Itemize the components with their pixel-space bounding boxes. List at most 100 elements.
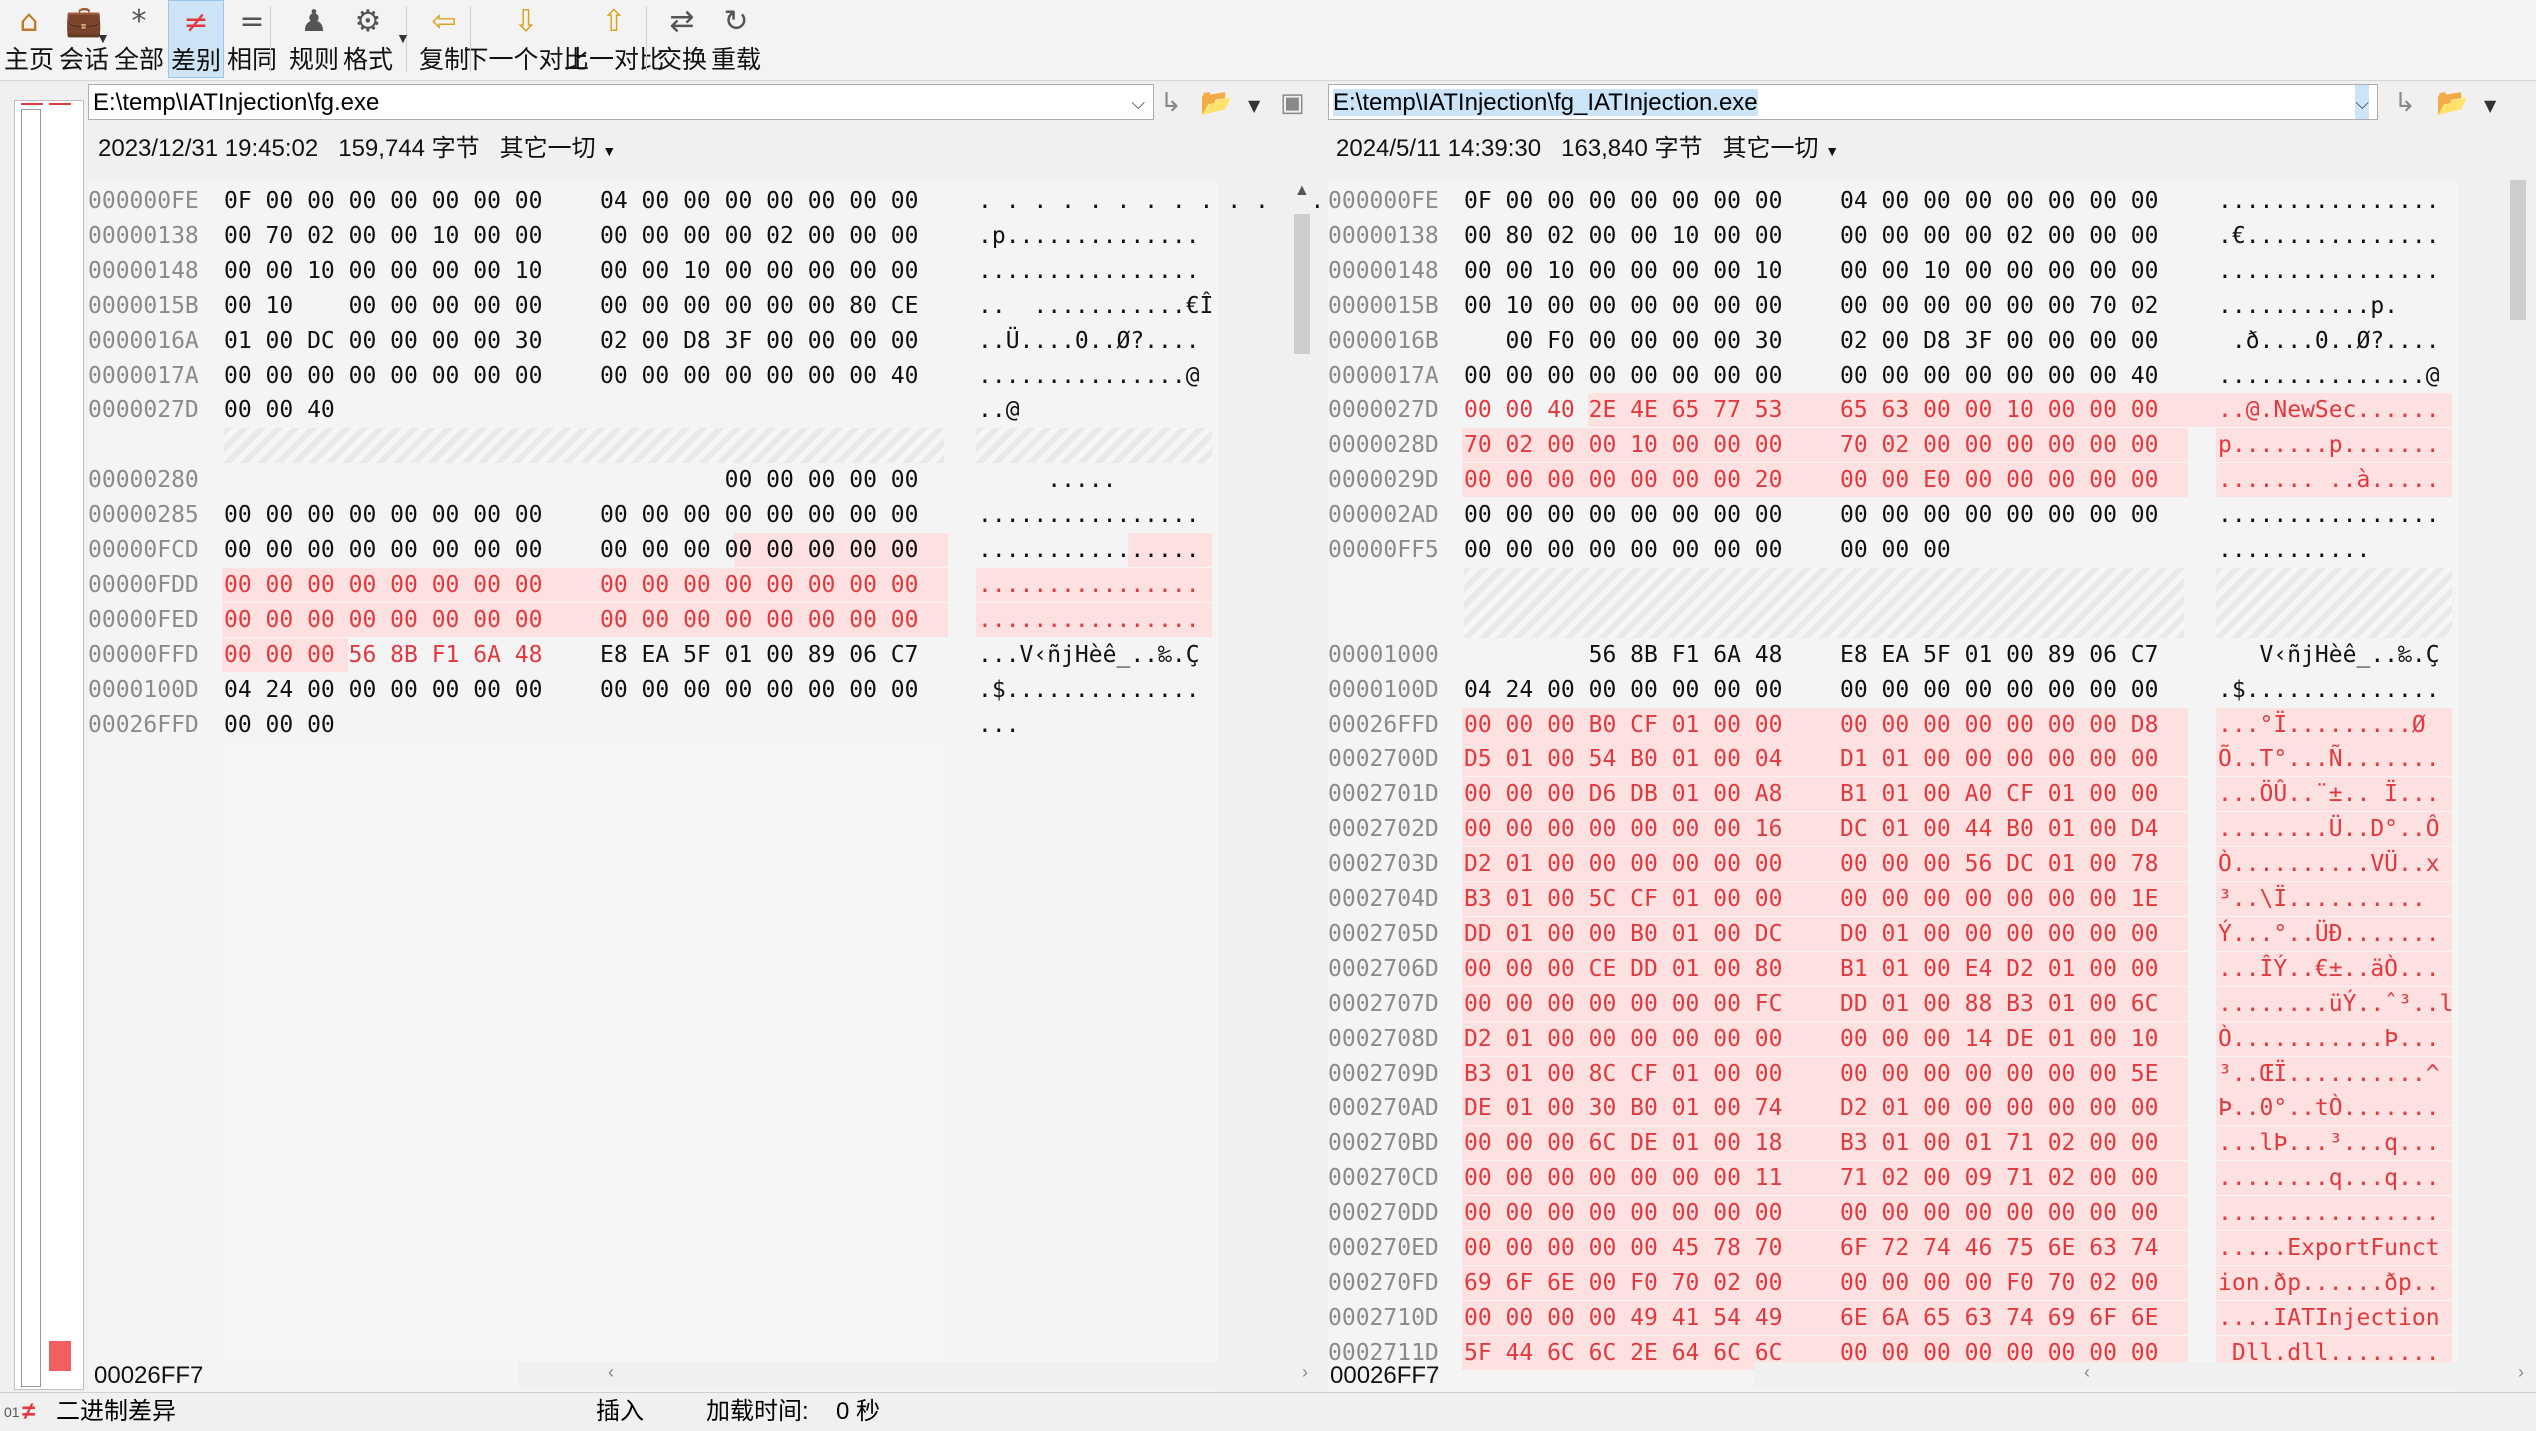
row-bytes-second-half[interactable]: 00 00 00 00 02 00 00 00 [600,219,919,253]
row-bytes-second-half[interactable]: E8 EA 5F 01 00 89 06 C7 [1840,638,2159,672]
row-bytes-first-half[interactable]: 00 00 00 00 00 00 00 11 [1464,1161,1783,1195]
folder-open-icon[interactable]: 📂 [2436,88,2468,118]
toolbar-button-6[interactable]: ⚙ 格式 [338,0,398,78]
row-bytes-second-half[interactable]: 00 00 00 00 00 00 80 CE [600,289,919,323]
right-vertical-scrollbar[interactable] [2504,180,2532,1422]
row-bytes-first-half[interactable]: 00 00 00 00 49 41 54 49 [1464,1301,1783,1335]
scroll-right-icon[interactable]: › [1302,1362,1308,1383]
row-ascii[interactable]: ...ÖÛ..¨±.. Ï... [2218,777,2440,811]
row-ascii[interactable]: ..@ [978,393,1020,427]
row-bytes-first-half[interactable]: D2 01 00 00 00 00 00 00 [1464,1022,1783,1056]
hex-row[interactable]: 000270AD DE 01 00 30 B0 01 00 74 D2 01 00 … [1328,1091,2458,1126]
row-bytes-second-half[interactable]: E8 EA 5F 01 00 89 06 C7 [600,638,919,672]
left-path-field[interactable]: E:\temp\IATInjection\fg.exe ⌵ [88,84,1154,120]
hex-row[interactable]: 000270ED 00 00 00 00 00 45 78 70 6F 72 74 … [1328,1231,2458,1265]
folder-open-icon[interactable]: 📂 [1200,88,1232,118]
row-bytes-first-half[interactable]: 00 00 00 00 00 00 00 00 [224,533,543,567]
row-bytes-second-half[interactable]: 70 02 00 00 00 00 00 00 [1840,428,2159,462]
row-bytes-second-half[interactable]: 00 00 00 00 00 00 00 00 [1840,498,2159,532]
row-bytes-first-half[interactable]: 00 00 00 00 00 00 00 00 [1464,1196,1783,1230]
row-bytes-first-half[interactable]: 00 F0 00 00 00 00 30 [1464,324,1783,358]
row-bytes-second-half[interactable]: 00 00 00 00 00 00 00 D8 [1840,708,2159,742]
row-bytes-second-half[interactable]: 04 00 00 00 00 00 00 00 [600,184,919,218]
diff-overview-map[interactable] [14,100,84,1390]
row-bytes-second-half[interactable]: 00 00 00 00 00 00 00 00 [600,568,919,602]
row-ascii[interactable]: ...ÎÝ..€±..äÒ... [2218,952,2440,986]
format-dropdown-icon[interactable]: ▼ [396,30,410,46]
row-bytes-first-half[interactable]: 00 00 00 00 00 00 00 00 [1464,533,1783,567]
row-ascii[interactable]: ..Ü....0..Ø?.... [978,324,1200,358]
hex-row[interactable]: 0002701D 00 00 00 D6 DB 01 00 A8 B1 01 00 … [1328,777,2458,812]
hex-row[interactable]: 0000027D 00 00 40 2E 4E 65 77 53 65 63 00 … [1328,393,2458,428]
hex-row[interactable]: 0002705D DD 01 00 00 B0 01 00 DC D0 01 00 … [1328,916,2458,951]
row-bytes-second-half[interactable]: 00 00 00 00 00 00 00 00 [600,673,919,707]
right-hex-view[interactable]: 000000FE 0F 00 00 00 00 00 00 00 04 00 00 … [1328,180,2458,1422]
row-ascii[interactable]: ........q...q... [2218,1161,2440,1195]
row-bytes-second-half[interactable]: 00 00 00 00 00 00 00 40 [600,359,919,393]
row-ascii[interactable]: Õ..T°...Ñ....... [2218,742,2440,776]
row-ascii[interactable]: ...............@ [2218,359,2440,393]
hex-row[interactable]: 000000FE 0F 00 00 00 00 00 00 00 04 00 00 … [88,184,1407,218]
refresh-icon[interactable]: ↳ [2394,88,2416,118]
row-ascii[interactable]: .€.............. [2218,219,2440,253]
row-bytes-second-half[interactable]: 00 00 00 00 00 00 00 1E [1840,882,2159,916]
row-ascii[interactable]: .p.............. [978,219,1200,253]
row-bytes-first-half[interactable]: 0F 00 00 00 00 00 00 00 [1464,184,1783,218]
row-bytes-second-half[interactable]: 00 00 00 00 02 00 00 00 [1840,219,2159,253]
row-bytes-first-half[interactable]: 04 24 00 00 00 00 00 00 [224,673,543,707]
hex-row[interactable]: 000270DD 00 00 00 00 00 00 00 00 00 00 00 … [1328,1196,2458,1231]
row-bytes-first-half[interactable]: 0F 00 00 00 00 00 00 00 [224,184,543,218]
row-bytes-first-half[interactable]: DD 01 00 00 B0 01 00 DC [1464,917,1783,951]
right-horizontal-scrollbar[interactable]: ‹ › [1754,1362,2534,1388]
hex-row[interactable]: 00026FFD 00 00 00... [88,708,1218,742]
refresh-icon[interactable]: ↳ [1160,88,1182,118]
hex-row[interactable]: 00000148 00 00 10 00 00 00 00 10 00 00 10 … [1328,254,2458,288]
row-ascii[interactable]: ...V‹ñjHèê_..‰.Ç [978,638,1200,672]
row-ascii[interactable]: p.......p....... [2218,428,2440,462]
toolbar-button-3[interactable]: ≠ 差别 [168,0,224,78]
row-bytes-second-half[interactable]: D0 01 00 00 00 00 00 00 [1840,917,2159,951]
row-ascii[interactable]: .ð....0..Ø?.... [2218,324,2440,358]
row-ascii[interactable]: ................ [978,254,1200,288]
row-bytes-second-half[interactable]: DC 01 00 44 B0 01 00 D4 [1840,812,2159,846]
row-ascii[interactable]: ..@.NewSec...... [2218,393,2440,427]
hex-row[interactable]: 0000100D 04 24 00 00 00 00 00 00 00 00 00 … [1328,673,2458,707]
row-bytes-second-half[interactable]: 00 00 E0 00 00 00 00 00 [1840,463,2159,497]
row-ascii[interactable]: ........... [2218,533,2370,567]
row-bytes-first-half[interactable]: 00 00 00 00 00 00 00 00 [224,603,543,637]
hex-row[interactable]: 00000FDD 00 00 00 00 00 00 00 00 00 00 00 … [88,567,1218,602]
right-encoding-dropdown[interactable]: 其它一切 ▼ [1723,135,1840,162]
hex-row[interactable]: 0000016A 01 00 DC 00 00 00 00 30 02 00 D8 … [88,324,1218,358]
row-bytes-second-half[interactable]: 00 00 00 00 00 00 00 40 [1840,359,2159,393]
hex-row[interactable]: 000270CD 00 00 00 00 00 00 00 11 71 02 00 … [1328,1161,2458,1196]
chevron-down-icon[interactable]: ⌵ [1131,85,1145,119]
hex-row[interactable]: 00000FF5 00 00 00 00 00 00 00 00 00 00 00.… [1328,533,2458,567]
hex-row[interactable]: 00026FFD 00 00 00 B0 CF 01 00 00 00 00 00 … [1328,707,2458,742]
hex-row[interactable]: 00000FED 00 00 00 00 00 00 00 00 00 00 00 … [88,602,1218,637]
row-bytes-second-half[interactable]: 00 00 00 14 DE 01 00 10 [1840,1022,2159,1056]
row-bytes-first-half[interactable]: 00 00 00 [224,708,335,742]
scroll-left-icon[interactable]: ‹ [608,1362,614,1383]
row-ascii[interactable]: ................ [2218,498,2440,532]
row-bytes-first-half[interactable]: 00 00 40 [224,393,335,427]
hex-row[interactable]: 000270BD 00 00 00 6C DE 01 00 18 B3 01 00 … [1328,1126,2458,1161]
right-path-field[interactable]: E:\temp\IATInjection\fg_IATInjection.exe… [1328,84,2378,120]
row-ascii[interactable]: ........üÝ..ˆ³..l [2218,987,2453,1021]
session-dropdown-icon[interactable]: ▼ [96,30,110,46]
row-bytes-first-half[interactable]: DE 01 00 30 B0 01 00 74 [1464,1091,1783,1125]
row-ascii[interactable]: Þ..0°..tÒ....... [2218,1091,2440,1125]
row-bytes-second-half[interactable]: B1 01 00 E4 D2 01 00 00 [1840,952,2159,986]
row-bytes-second-half[interactable]: 02 00 D8 3F 00 00 00 00 [1840,324,2159,358]
hex-row[interactable]: 000270FD 69 6F 6E 00 F0 70 02 00 00 00 00 … [1328,1265,2458,1300]
row-bytes-first-half[interactable]: 00 00 10 00 00 00 00 10 [224,254,543,288]
row-bytes-second-half[interactable]: 00 00 00 00 00 00 00 5E [1840,1057,2159,1091]
hex-row[interactable]: 00000148 00 00 10 00 00 00 00 10 00 00 10 … [88,254,1218,288]
chevron-down-icon[interactable]: ⌵ [2355,85,2369,119]
hex-row[interactable]: 00000280 00 00 00 00 00 ..... [88,463,1218,497]
row-ascii[interactable]: ... [978,708,1020,742]
toolbar-button-5[interactable]: ♟ 规则 [284,0,344,78]
hex-row[interactable]: 00000FFD 00 00 00 56 8B F1 6A 48 E8 EA 5F … [88,637,1218,672]
row-bytes-first-half[interactable]: 00 00 00 00 00 00 00 00 [224,568,543,602]
row-bytes-first-half[interactable]: 00 00 00 6C DE 01 00 18 [1464,1126,1783,1160]
hex-row[interactable]: 000002AD 00 00 00 00 00 00 00 00 00 00 00 … [1328,498,2458,532]
